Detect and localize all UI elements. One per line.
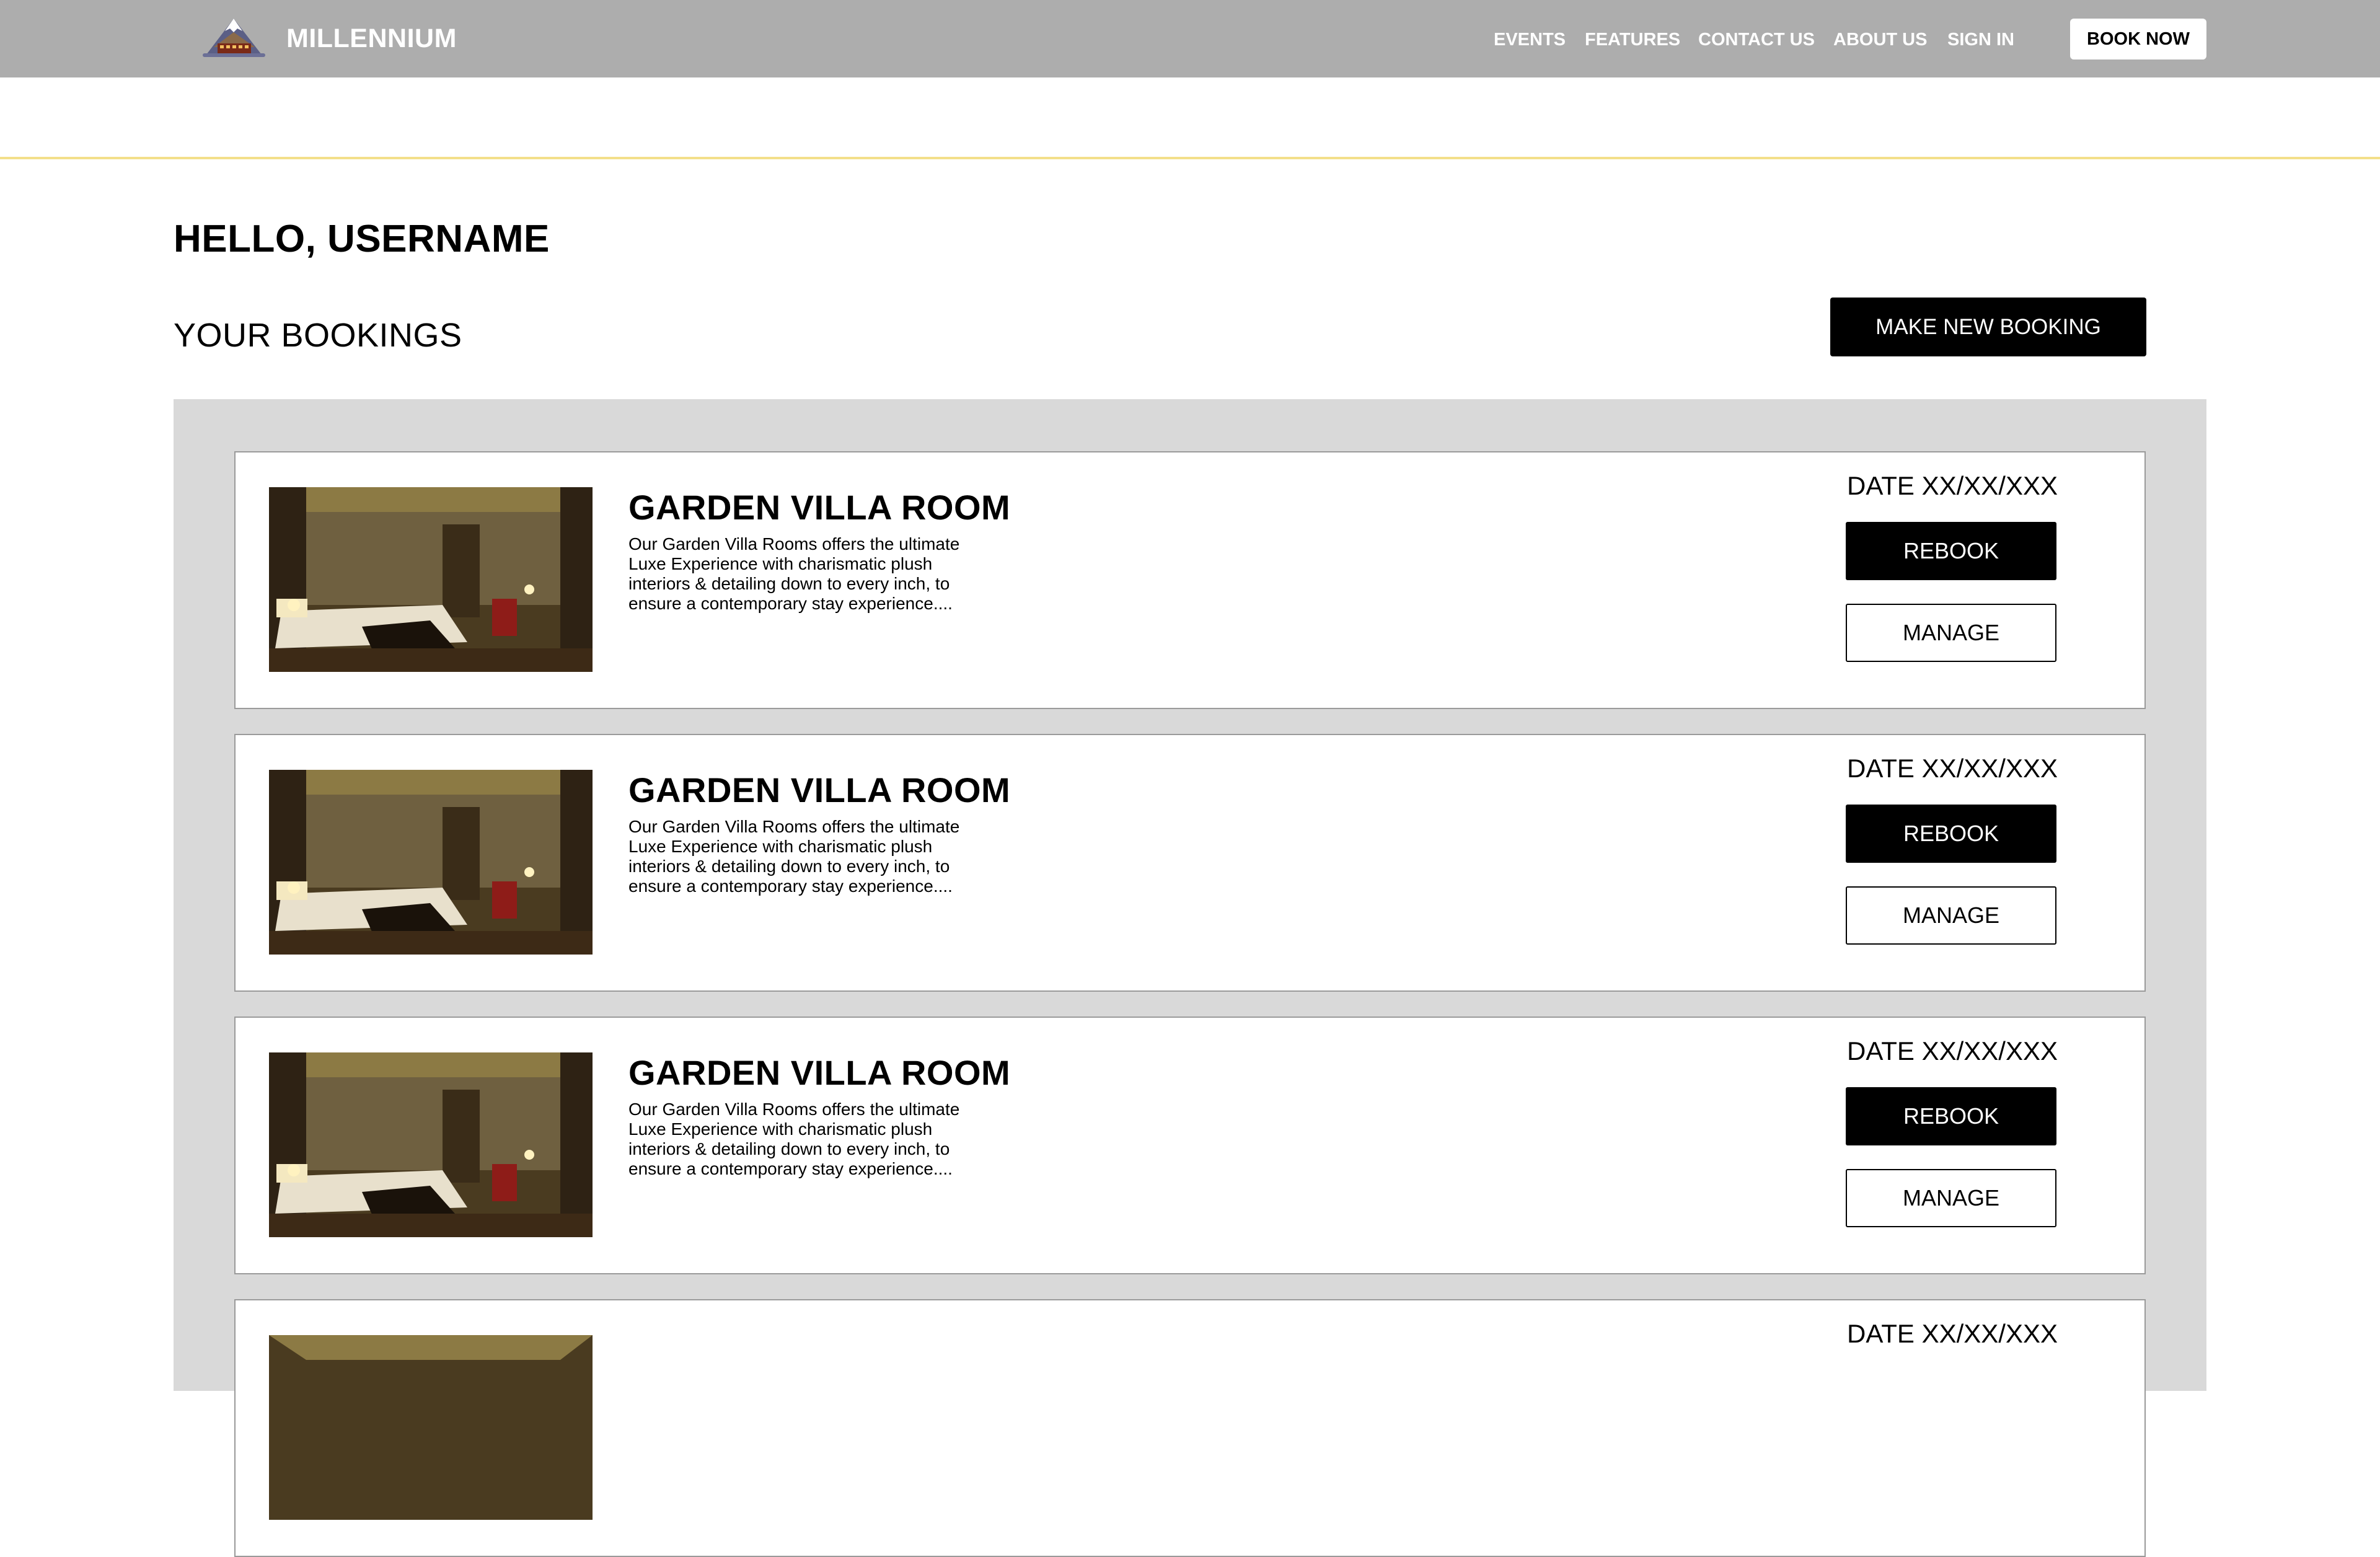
bookings-list: GARDEN VILLA ROOM Our Garden Villa Rooms… — [174, 399, 2206, 1557]
booking-date: DATE XX/XX/XXX — [1847, 1036, 2058, 1065]
nav-events-link[interactable]: EVENTS — [1494, 30, 1566, 50]
hotel-mountain-logo-icon[interactable] — [201, 14, 267, 62]
room-description: Our Garden Villa Rooms offers the ultima… — [628, 817, 960, 896]
manage-button[interactable]: MANAGE — [1846, 886, 2056, 945]
rebook-button[interactable]: REBOOK — [1846, 1087, 2056, 1145]
nav-contact-us-link[interactable]: CONTACT US — [1698, 30, 1815, 50]
manage-button[interactable]: MANAGE — [1846, 604, 2056, 662]
booking-card: GARDEN VILLA ROOM Our Garden Villa Rooms… — [234, 1017, 2146, 1274]
top-navbar: MILLENNIUM EVENTS FEATURES CONTACT US AB… — [0, 0, 2380, 77]
room-description: Our Garden Villa Rooms offers the ultima… — [628, 534, 960, 613]
room-description: Our Garden Villa Rooms offers the ultima… — [628, 1100, 960, 1178]
room-photo — [269, 1052, 593, 1237]
your-bookings-heading: YOUR BOOKINGS — [174, 317, 462, 354]
nav-features-link[interactable]: FEATURES — [1585, 30, 1680, 50]
room-photo — [269, 487, 593, 672]
rebook-button[interactable]: REBOOK — [1846, 805, 2056, 863]
rebook-button[interactable]: REBOOK — [1846, 522, 2056, 580]
brand-name[interactable]: MILLENNIUM — [286, 24, 457, 54]
room-photo — [269, 770, 593, 955]
manage-button[interactable]: MANAGE — [1846, 1169, 2056, 1227]
nav-sign-in-link[interactable]: SIGN IN — [1947, 30, 2014, 50]
room-title: GARDEN VILLA ROOM — [628, 488, 1011, 527]
booking-card: GARDEN VILLA ROOM Our Garden Villa Rooms… — [234, 734, 2146, 992]
sub-header-bar — [0, 77, 2380, 159]
booking-date: DATE XX/XX/XXX — [1847, 471, 2058, 500]
booking-card: DATE XX/XX/XXX — [234, 1299, 2146, 1557]
greeting-heading: HELLO, USERNAME — [174, 218, 550, 260]
booking-date: DATE XX/XX/XXX — [1847, 754, 2058, 783]
book-now-button[interactable]: BOOK NOW — [2070, 19, 2206, 60]
room-photo — [269, 1335, 593, 1520]
room-title: GARDEN VILLA ROOM — [628, 1053, 1011, 1092]
make-new-booking-button[interactable]: MAKE NEW BOOKING — [1830, 298, 2146, 356]
room-title: GARDEN VILLA ROOM — [628, 770, 1011, 809]
nav-about-us-link[interactable]: ABOUT US — [1833, 30, 1927, 50]
booking-date: DATE XX/XX/XXX — [1847, 1319, 2058, 1348]
booking-card: GARDEN VILLA ROOM Our Garden Villa Rooms… — [234, 451, 2146, 709]
